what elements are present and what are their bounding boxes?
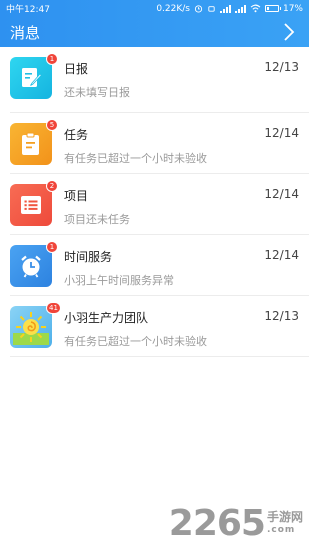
message-title: 时间服务 — [64, 250, 113, 264]
status-indicators: 0.22K/s 17% — [156, 4, 303, 14]
message-preview: 有任务已超过一个小时未验收 — [64, 335, 207, 348]
nav-bar: 消息 — [0, 17, 309, 47]
message-date: 12/13 — [264, 60, 299, 74]
battery-icon — [264, 5, 281, 12]
time-service-app-icon — [10, 245, 52, 287]
message-title: 项目 — [64, 189, 89, 203]
projects-app-icon — [10, 184, 52, 226]
clipboard-icon — [22, 132, 39, 155]
unread-badge: 1 — [46, 241, 58, 253]
message-preview: 小羽上午时间服务异常 — [64, 274, 174, 287]
message-item-tasks[interactable]: 5 任务 12/14 有任务已超过一个小时未验收 — [10, 113, 309, 174]
watermark-text-block: 手游网 .com — [266, 509, 303, 537]
edit-icon — [22, 68, 42, 87]
chevron-right-icon[interactable] — [279, 22, 299, 42]
message-date: 12/14 — [264, 187, 299, 201]
unread-badge: 5 — [46, 119, 58, 131]
wifi-icon — [250, 4, 261, 13]
message-item-daily-report[interactable]: 1 日报 12/13 还未填写日报 — [10, 47, 309, 113]
status-time: 中午12:47 — [6, 5, 50, 15]
message-item-team[interactable]: 41 小羽生产力团队 12/13 有任务已超过一个小时未验收 — [10, 296, 309, 357]
silent-icon — [208, 6, 215, 12]
alarm-icon — [194, 5, 203, 13]
watermark-text: 手游网 — [266, 509, 303, 524]
message-title: 日报 — [64, 62, 89, 76]
unread-badge: 41 — [46, 302, 61, 314]
message-preview: 有任务已超过一个小时未验收 — [64, 152, 207, 165]
status-bar: 中午12:47 0.22K/s 17% — [0, 0, 309, 17]
sun-logo-icon — [13, 312, 49, 345]
header-area: 中午12:47 0.22K/s 17% 消息 — [0, 0, 309, 47]
watermark-domain: .com — [266, 524, 296, 535]
message-title: 小羽生产力团队 — [64, 311, 149, 325]
message-title: 任务 — [64, 128, 89, 142]
message-date: 12/14 — [264, 248, 299, 262]
battery-level: 17% — [282, 3, 303, 14]
daily-report-app-icon — [10, 57, 52, 99]
list-icon — [21, 196, 41, 214]
unread-badge: 1 — [46, 53, 58, 65]
message-item-time-service[interactable]: 1 时间服务 12/14 小羽上午时间服务异常 — [10, 235, 309, 296]
page-title: 消息 — [10, 23, 41, 42]
watermark-digits: 2265 — [168, 503, 266, 544]
message-item-projects[interactable]: 2 项目 12/14 项目还未任务 — [10, 174, 309, 235]
alarm-clock-icon — [21, 255, 41, 278]
unread-badge: 2 — [46, 180, 58, 192]
watermark: 2265 手游网 .com — [169, 503, 303, 544]
team-app-icon — [10, 306, 52, 348]
signal-2-icon — [234, 4, 246, 13]
tasks-app-icon — [10, 123, 52, 165]
message-date: 12/13 — [264, 309, 299, 323]
signal-icon — [219, 4, 231, 13]
message-preview: 还未填写日报 — [64, 86, 130, 99]
message-list: 1 日报 12/13 还未填写日报 5 任务 12/14 有任务已超过一个小时未… — [0, 47, 309, 357]
network-speed: 0.22K/s — [156, 3, 190, 14]
message-preview: 项目还未任务 — [64, 213, 130, 226]
message-date: 12/14 — [264, 126, 299, 140]
